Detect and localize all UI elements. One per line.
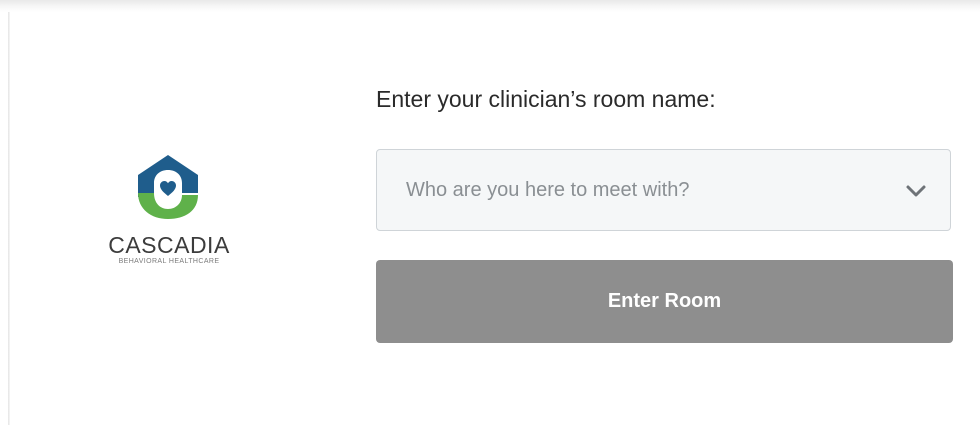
enter-room-label: Enter Room <box>607 290 722 312</box>
brand-subtitle: BEHAVIORAL HEALTHCARE <box>118 258 220 265</box>
left-edge <box>8 12 10 425</box>
room-select-placeholder: Who are you here to meet with? <box>406 179 690 201</box>
page: CASCADIA BEHAVIORAL HEALTHCARE Enter you… <box>0 0 980 425</box>
chevron-down-icon[interactable] <box>905 184 927 198</box>
top-shadow <box>0 0 980 12</box>
cascadia-logo: CASCADIA BEHAVIORAL HEALTHCARE <box>98 150 240 275</box>
room-name-prompt: Enter your clinician’s room name: <box>376 86 716 112</box>
enter-room-button[interactable]: Enter Room <box>376 260 953 343</box>
brand-name: CASCADIA <box>108 232 230 258</box>
clinician-room-select[interactable]: Who are you here to meet with? <box>376 149 951 231</box>
house-heart-logo-icon <box>138 155 198 219</box>
